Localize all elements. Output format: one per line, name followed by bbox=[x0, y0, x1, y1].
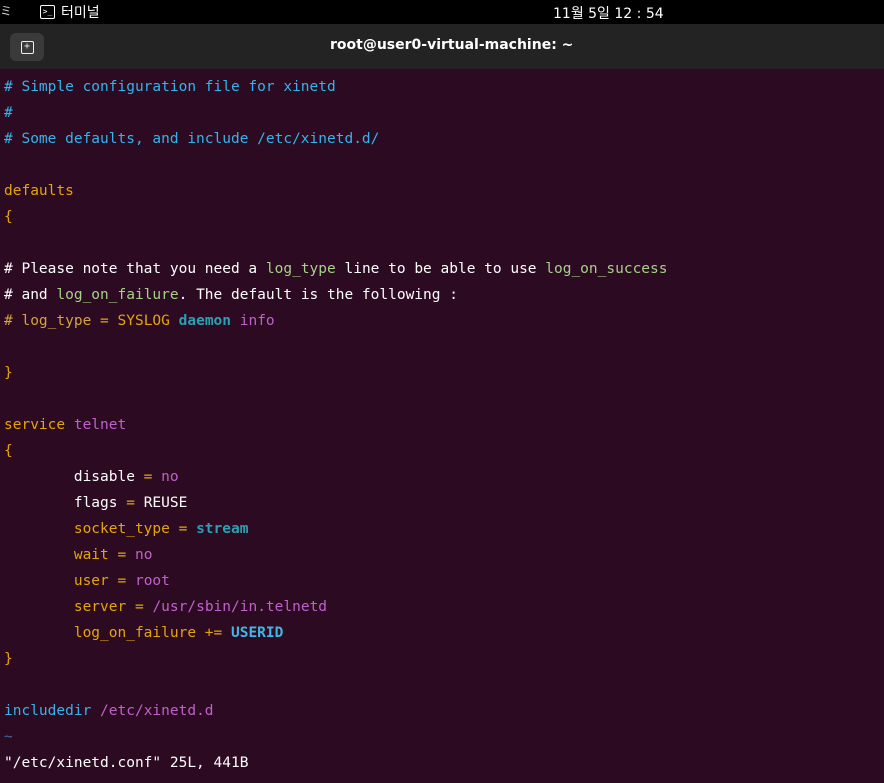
code-token: # log_type bbox=[4, 313, 92, 329]
code-token: = bbox=[126, 599, 153, 615]
code-token: log_on_failure bbox=[73, 625, 197, 641]
code-token: += bbox=[196, 625, 231, 641]
editor-line: user = root bbox=[4, 568, 880, 594]
editor-line: socket_type = stream bbox=[4, 516, 880, 542]
code-token: # and bbox=[4, 287, 57, 303]
editor-line: service telnet bbox=[4, 412, 880, 438]
editor-line: # and log_on_failure. The default is the… bbox=[4, 282, 880, 308]
code-token: service bbox=[4, 417, 66, 433]
code-token: # Some defaults, and include /etc/xinetd… bbox=[4, 131, 380, 147]
code-token: = bbox=[134, 469, 162, 485]
code-token: REUSE bbox=[143, 495, 188, 511]
code-token: telnet bbox=[65, 417, 127, 433]
code-token: SYSLOG bbox=[117, 313, 179, 329]
code-token: log_type bbox=[265, 261, 336, 277]
code-token: defaults bbox=[4, 183, 74, 199]
code-token: no bbox=[161, 469, 179, 485]
code-token: = bbox=[108, 573, 135, 589]
code-token: } bbox=[4, 365, 13, 381]
editor-line: # log_type = SYSLOG daemon info bbox=[4, 308, 880, 334]
terminal-icon: >_ bbox=[40, 5, 55, 19]
code-token: log_on_success bbox=[545, 261, 668, 277]
code-token: no bbox=[134, 547, 153, 563]
editor-line: log_on_failure += USERID bbox=[4, 620, 880, 646]
window-title: root@user0-virtual-machine: ~ bbox=[330, 37, 574, 53]
editor-line: flags = REUSE bbox=[4, 490, 880, 516]
code-token: = bbox=[108, 547, 135, 563]
editor-line: # bbox=[4, 100, 880, 126]
clock[interactable]: 11월 5일 12 : 54 bbox=[553, 3, 664, 23]
editor-line: # Some defaults, and include /etc/xinetd… bbox=[4, 126, 880, 152]
code-token: { bbox=[4, 443, 13, 459]
code-token: disable bbox=[73, 469, 135, 485]
editor-line: wait = no bbox=[4, 542, 880, 568]
top-bar: ミ >_ 터미널 11월 5일 12 : 54 bbox=[0, 0, 884, 24]
code-token: = bbox=[169, 521, 197, 537]
editor-line: { bbox=[4, 438, 880, 464]
code-token: # Simple configuration file for xinetd bbox=[4, 79, 336, 95]
code-token: USERID bbox=[230, 625, 284, 641]
window-titlebar: + root@user0-virtual-machine: ~ bbox=[0, 24, 884, 69]
code-token: stream bbox=[196, 521, 249, 537]
editor-line: } bbox=[4, 646, 880, 672]
app-menu[interactable]: >_ 터미널 bbox=[40, 2, 100, 22]
editor-line: includedir /etc/xinetd.d bbox=[4, 698, 880, 724]
code-token: = bbox=[91, 313, 118, 329]
code-token: . The default is the following : bbox=[178, 287, 458, 303]
editor-line: disable = no bbox=[4, 464, 880, 490]
editor-line: ~ bbox=[4, 724, 880, 750]
code-token: wait bbox=[73, 547, 109, 563]
code-token: ~ bbox=[4, 729, 13, 745]
code-token: } bbox=[4, 651, 13, 667]
code-token: = bbox=[117, 495, 144, 511]
code-token: line to be able to use bbox=[335, 261, 546, 277]
code-token: # Please note that you need a bbox=[4, 261, 266, 277]
code-token: includedir bbox=[4, 703, 92, 719]
code-token: daemon bbox=[178, 313, 232, 329]
app-name: 터미널 bbox=[61, 5, 100, 21]
code-token: /usr/sbin/in.telnetd bbox=[152, 599, 328, 615]
editor-line: # Simple configuration file for xinetd bbox=[4, 74, 880, 100]
editor-line: } bbox=[4, 360, 880, 386]
code-token: /etc/xinetd.d bbox=[91, 703, 214, 719]
activities-edge[interactable]: ミ bbox=[0, 2, 12, 19]
editor-line: { bbox=[4, 204, 880, 230]
editor-line: # Please note that you need a log_type l… bbox=[4, 256, 880, 282]
code-token: socket_type bbox=[73, 521, 170, 537]
terminal-editor[interactable]: # Simple configuration file for xinetd # #… bbox=[4, 74, 880, 750]
code-token: server bbox=[73, 599, 127, 615]
code-token: info bbox=[231, 313, 275, 329]
editor-line: server = /usr/sbin/in.telnetd bbox=[4, 594, 880, 620]
vim-status-line: "/etc/xinetd.conf" 25L, 441B bbox=[4, 755, 249, 771]
code-token: { bbox=[4, 209, 13, 225]
editor-line: defaults bbox=[4, 178, 880, 204]
code-token: # bbox=[4, 105, 13, 121]
code-token: log_on_failure bbox=[56, 287, 179, 303]
code-token: root bbox=[134, 573, 170, 589]
code-token: user bbox=[73, 573, 109, 589]
code-token: flags bbox=[73, 495, 118, 511]
